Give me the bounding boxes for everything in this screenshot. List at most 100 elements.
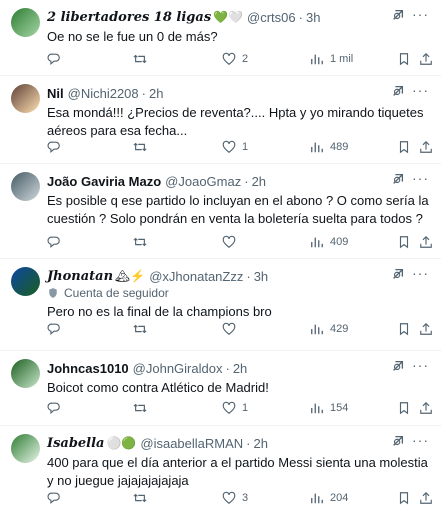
bookmark-button[interactable] [397, 233, 411, 251]
like-button[interactable]: 3 [222, 489, 248, 507]
separator-dot: · [141, 85, 146, 101]
retweet-button[interactable] [133, 399, 153, 417]
views-icon [311, 493, 323, 504]
separator-dot: · [298, 9, 303, 25]
avatar[interactable] [11, 434, 40, 463]
share-button[interactable] [419, 233, 433, 251]
retweet-icon [133, 493, 147, 503]
user-handle[interactable]: @JoaoGmaz [165, 174, 241, 189]
avatar[interactable] [11, 8, 40, 37]
share-button[interactable] [419, 399, 433, 417]
display-name[interactable]: Isabella [47, 436, 104, 451]
share-button[interactable] [419, 320, 433, 338]
heart-icon [222, 140, 236, 153]
like-button[interactable] [222, 233, 242, 251]
timestamp[interactable]: 3h [306, 10, 320, 25]
retweet-button[interactable] [133, 138, 153, 156]
share-button[interactable] [419, 50, 433, 68]
grok-icon[interactable] [391, 434, 405, 448]
reply-button[interactable] [47, 233, 67, 251]
retweet-button[interactable] [133, 50, 153, 68]
retweet-button[interactable] [133, 320, 153, 338]
reply-button[interactable] [47, 489, 67, 507]
grok-icon[interactable] [391, 359, 405, 373]
user-handle[interactable]: @crts06 [247, 10, 296, 25]
name-emoji: 🏔⚡ [115, 269, 146, 283]
reply-tweet[interactable]: Nil @Nichi2208 · 2h ··· Esa mondá!!! ¿Pr… [0, 76, 441, 164]
more-options-icon[interactable]: ··· [412, 432, 429, 448]
display-name[interactable]: João Gaviria Mazo [47, 174, 161, 189]
retweet-button[interactable] [133, 489, 153, 507]
more-options-icon[interactable]: ··· [412, 82, 429, 98]
reply-icon [47, 402, 60, 415]
bookmark-button[interactable] [397, 320, 411, 338]
bookmark-button[interactable] [397, 489, 411, 507]
display-name[interactable]: Nil [47, 86, 64, 101]
timestamp[interactable]: 2h [233, 361, 247, 376]
like-count: 1 [242, 402, 249, 414]
bookmark-button[interactable] [397, 50, 411, 68]
grok-icon[interactable] [391, 172, 405, 186]
user-handle[interactable]: @Nichi2208 [68, 86, 139, 101]
display-name[interactable]: Johncas1010 [47, 361, 129, 376]
share-icon [420, 235, 432, 248]
more-options-icon[interactable]: ··· [412, 170, 429, 186]
share-button[interactable] [419, 138, 433, 156]
user-handle[interactable]: @isaabellaRMAN [140, 436, 243, 451]
avatar[interactable] [11, 359, 40, 388]
more-options-icon[interactable]: ··· [412, 357, 429, 373]
reply-tweet[interactable]: Isabella ⚪🟢 @isaabellaRMAN · 2h ··· 400 … [0, 426, 441, 516]
reply-button[interactable] [47, 399, 67, 417]
bookmark-button[interactable] [397, 138, 411, 156]
reply-button[interactable] [47, 320, 67, 338]
reply-tweet[interactable]: 2 libertadores 18 ligas 💚🤍 @crts06 · 3h … [0, 0, 441, 76]
like-button[interactable]: 1 [222, 399, 248, 417]
shield-icon [49, 288, 57, 298]
grok-icon[interactable] [391, 84, 405, 98]
user-handle[interactable]: @xJhonatanZzz [149, 269, 243, 284]
grok-icon[interactable] [391, 8, 405, 22]
views-button[interactable]: 204 [310, 489, 348, 507]
views-button[interactable]: 154 [310, 399, 348, 417]
bookmark-button[interactable] [397, 399, 411, 417]
heart-icon [222, 322, 236, 335]
reply-button[interactable] [47, 138, 67, 156]
display-name[interactable]: 2 libertadores 18 ligas [47, 10, 211, 25]
display-name[interactable]: Jhonatan [47, 269, 113, 284]
reply-tweet[interactable]: Jhonatan 🏔⚡ @xJhonatanZzz · 3h ··· Cuent… [0, 259, 441, 351]
timestamp[interactable]: 2h [149, 86, 163, 101]
tweet-text: Es posible q ese partido lo incluyan en … [47, 193, 429, 226]
reply-icon [47, 323, 60, 336]
views-button[interactable]: 1 mil [310, 50, 353, 68]
timestamp[interactable]: 3h [254, 269, 268, 284]
views-button[interactable]: 489 [310, 138, 348, 156]
reply-icon [47, 236, 60, 249]
timestamp[interactable]: 2h [254, 436, 268, 451]
avatar[interactable] [11, 172, 40, 201]
more-options-icon[interactable]: ··· [412, 265, 429, 281]
retweet-button[interactable] [133, 233, 153, 251]
user-handle[interactable]: @JohnGiraldox [133, 361, 223, 376]
views-icon [311, 237, 323, 248]
like-button[interactable]: 1 [222, 138, 248, 156]
reply-tweet[interactable]: João Gaviria Mazo @JoaoGmaz · 2h ··· Es … [0, 164, 441, 259]
tweet-text: 400 para que el día anterior a el partid… [47, 455, 428, 488]
views-button[interactable]: 409 [310, 233, 348, 251]
like-button[interactable] [222, 320, 242, 338]
more-options-icon[interactable]: ··· [412, 6, 429, 22]
avatar[interactable] [11, 267, 40, 296]
avatar[interactable] [11, 84, 40, 113]
bookmark-icon [399, 402, 409, 415]
view-count: 154 [330, 402, 349, 414]
reply-tweet[interactable]: Johncas1010 @JohnGiraldox · 2h ··· Boico… [0, 351, 441, 426]
timestamp[interactable]: 2h [252, 174, 266, 189]
reply-icon [47, 53, 60, 66]
grok-icon[interactable] [391, 267, 405, 281]
reply-button[interactable] [47, 50, 67, 68]
share-button[interactable] [419, 489, 433, 507]
like-count: 2 [242, 53, 249, 65]
like-button[interactable]: 2 [222, 50, 248, 68]
views-icon [311, 324, 323, 335]
separator-dot: · [246, 268, 251, 284]
views-button[interactable]: 429 [310, 320, 348, 338]
